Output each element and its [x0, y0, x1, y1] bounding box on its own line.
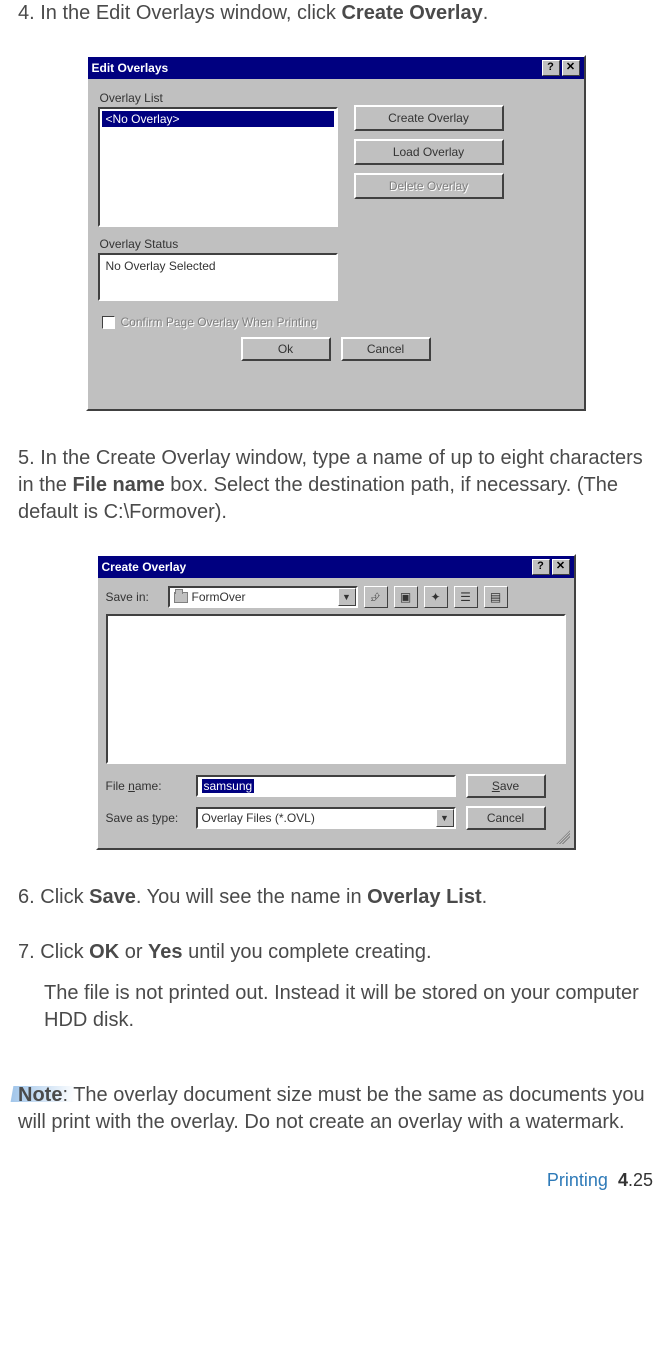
- create-overlay-dialog: Create Overlay ? ✕ Save in: FormOver ▼: [96, 554, 576, 850]
- file-name-input[interactable]: samsung: [196, 775, 456, 797]
- overlay-list[interactable]: <No Overlay>: [98, 107, 338, 227]
- step-7-text: 7. Click OK or Yes until you complete cr…: [18, 939, 653, 966]
- edit-overlays-title: Edit Overlays: [92, 61, 169, 75]
- cancel-button[interactable]: Cancel: [341, 337, 431, 361]
- list-view-button[interactable]: ☰: [454, 586, 478, 608]
- file-browser-area[interactable]: [106, 614, 566, 764]
- save-in-value: FormOver: [192, 590, 246, 604]
- edit-overlays-dialog: Edit Overlays ? ✕ Overlay List <No Overl…: [86, 55, 586, 411]
- close-button[interactable]: ✕: [552, 559, 570, 575]
- overlay-status-label: Overlay Status: [100, 237, 574, 251]
- cancel-button[interactable]: Cancel: [466, 806, 546, 830]
- file-name-value: samsung: [202, 779, 255, 793]
- up-one-level-button[interactable]: ⮵: [364, 586, 388, 608]
- overlay-status-value: No Overlay Selected: [106, 259, 216, 273]
- load-overlay-button[interactable]: Load Overlay: [354, 139, 504, 165]
- help-button[interactable]: ?: [532, 559, 550, 575]
- save-as-type-label: Save as type:: [106, 811, 186, 825]
- overlay-list-item[interactable]: <No Overlay>: [102, 111, 334, 127]
- resize-grip-icon[interactable]: [556, 830, 570, 844]
- details-view-button[interactable]: ▤: [484, 586, 508, 608]
- save-in-dropdown[interactable]: FormOver ▼: [168, 586, 358, 608]
- note-text: Note: The overlay document size must be …: [18, 1082, 653, 1136]
- delete-overlay-button: Delete Overlay: [354, 173, 504, 199]
- close-button[interactable]: ✕: [562, 60, 580, 76]
- chevron-down-icon[interactable]: ▼: [436, 809, 454, 827]
- footer-section: Printing: [547, 1170, 608, 1190]
- save-as-type-value: Overlay Files (*.OVL): [202, 811, 315, 825]
- create-overlay-button[interactable]: Create Overlay: [354, 105, 504, 131]
- step-6-text: 6. Click Save. You will see the name in …: [18, 884, 653, 911]
- folder-icon: [174, 592, 188, 603]
- checkbox-icon: [102, 316, 115, 329]
- create-overlay-titlebar: Create Overlay ? ✕: [98, 556, 574, 578]
- step-4-text: 4. In the Edit Overlays window, click Cr…: [18, 0, 653, 27]
- step-7-paragraph: The file is not printed out. Instead it …: [18, 980, 653, 1034]
- overlay-status-field: No Overlay Selected: [98, 253, 338, 301]
- torn-edge-decoration: [88, 373, 584, 409]
- confirm-overlay-checkbox: Confirm Page Overlay When Printing: [102, 315, 574, 329]
- create-overlay-title: Create Overlay: [102, 560, 187, 574]
- save-in-label: Save in:: [106, 590, 162, 604]
- help-button[interactable]: ?: [542, 60, 560, 76]
- edit-overlays-titlebar: Edit Overlays ? ✕: [88, 57, 584, 79]
- new-folder-button[interactable]: ✦: [424, 586, 448, 608]
- page-footer: Printing 4.25: [18, 1170, 653, 1191]
- step-5-text: 5. In the Create Overlay window, type a …: [18, 445, 653, 526]
- overlay-list-label: Overlay List: [100, 91, 338, 105]
- save-button[interactable]: Save: [466, 774, 546, 798]
- save-as-type-dropdown[interactable]: Overlay Files (*.OVL) ▼: [196, 807, 456, 829]
- view-desktop-button[interactable]: ▣: [394, 586, 418, 608]
- ok-button[interactable]: Ok: [241, 337, 331, 361]
- file-name-label: File name:: [106, 779, 186, 793]
- chevron-down-icon[interactable]: ▼: [338, 588, 356, 606]
